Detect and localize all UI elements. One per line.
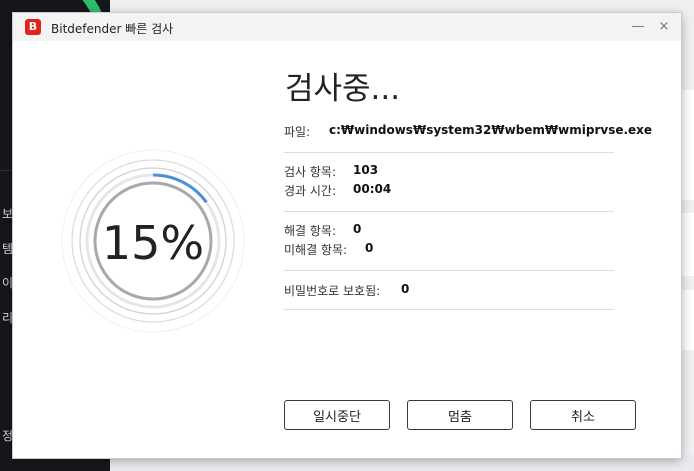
minimize-button[interactable]: —: [625, 15, 651, 39]
password-protected-label: 비밀번호로 보호됨:: [284, 284, 381, 298]
unresolved-items-value: 0: [365, 241, 374, 255]
resolved-items-value: 0: [353, 222, 362, 236]
file-value: c:₩windows₩system32₩wbem₩wmiprvse.exe: [329, 123, 653, 137]
divider: [284, 152, 614, 153]
cancel-button[interactable]: 취소: [530, 400, 636, 430]
background-sidebar-item[interactable]: 이: [2, 274, 13, 291]
progress-percent: 15%: [101, 216, 205, 270]
elapsed-time-label: 경과 시간:: [284, 184, 337, 198]
bitdefender-logo-icon: B: [25, 19, 41, 35]
divider: [284, 211, 614, 212]
dialog-title: Bitdefender 빠른 검사: [51, 22, 174, 36]
divider: [284, 270, 614, 271]
divider: [284, 309, 614, 310]
background-sidebar-item[interactable]: 리: [2, 309, 13, 326]
unresolved-items-label: 미해결 항목:: [284, 243, 348, 257]
file-label: 파일:: [284, 125, 311, 139]
close-button[interactable]: ×: [651, 15, 677, 39]
pause-button[interactable]: 일시중단: [284, 400, 390, 430]
scanned-items-label: 검사 항목:: [284, 165, 337, 179]
dialog-titlebar[interactable]: B Bitdefender 빠른 검사 — ×: [13, 13, 681, 41]
password-protected-value: 0: [401, 282, 410, 296]
background-sidebar-item[interactable]: 정: [2, 427, 13, 444]
elapsed-time-value: 00:04: [353, 182, 392, 196]
scanned-items-value: 103: [353, 163, 379, 177]
quick-scan-dialog: B Bitdefender 빠른 검사 — × 15% 검사중... 파일: c…: [13, 13, 681, 458]
scan-status-heading: 검사중...: [285, 71, 401, 107]
stop-button[interactable]: 멈춤: [407, 400, 513, 430]
resolved-items-label: 해결 항목:: [284, 224, 337, 238]
background-sidebar-item[interactable]: 보: [2, 205, 13, 222]
background-sidebar-item[interactable]: 템: [2, 240, 13, 257]
